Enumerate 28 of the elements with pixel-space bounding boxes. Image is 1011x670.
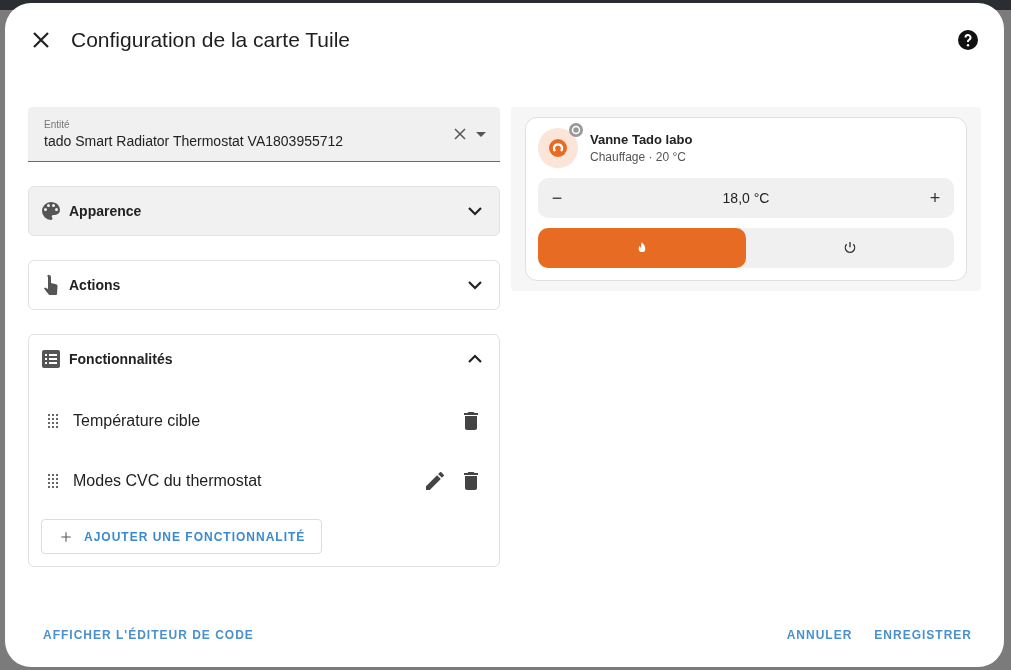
increase-button[interactable]: + (924, 187, 946, 209)
status-badge-icon (568, 122, 584, 138)
thermostat-dial-icon (546, 136, 570, 160)
field-value: tado Smart Radiator Thermostat VA1803955712 (44, 133, 345, 149)
field-label: Entité (44, 119, 71, 130)
drag-handle-icon (45, 413, 61, 429)
caret-icon (476, 131, 486, 137)
section-header[interactable]: Fonctionnalités (29, 335, 499, 383)
entity-field[interactable]: Entité tado Smart Radiator Thermostat VA1803955712 (28, 107, 500, 162)
entity-name: Vanne Tado labo (590, 132, 693, 147)
help-icon (956, 28, 980, 52)
feature-label: Modes CVC du thermostat (73, 472, 263, 490)
feature-label: Température cible (73, 412, 202, 430)
edit-button[interactable] (423, 469, 447, 493)
drag-handle-icon (45, 473, 61, 489)
dropdown-button[interactable] (476, 131, 486, 137)
section-header[interactable]: Apparence (29, 187, 499, 235)
entity-state: Chauffage · 20 °C (590, 150, 687, 164)
help-button[interactable] (956, 28, 980, 52)
section-header[interactable]: Actions (29, 261, 499, 309)
pencil-icon (423, 469, 447, 493)
dialog-title: Configuration de la carte Tuile (71, 28, 351, 52)
decrease-button[interactable]: − (546, 187, 568, 209)
list-icon (39, 347, 63, 371)
add-feature-button[interactable]: AJOUTER UNE FONCTIONNALITÉ (41, 519, 323, 554)
palette-icon (39, 199, 63, 223)
power-icon (842, 240, 858, 256)
target-temperature: 18,0 °C (721, 190, 771, 206)
